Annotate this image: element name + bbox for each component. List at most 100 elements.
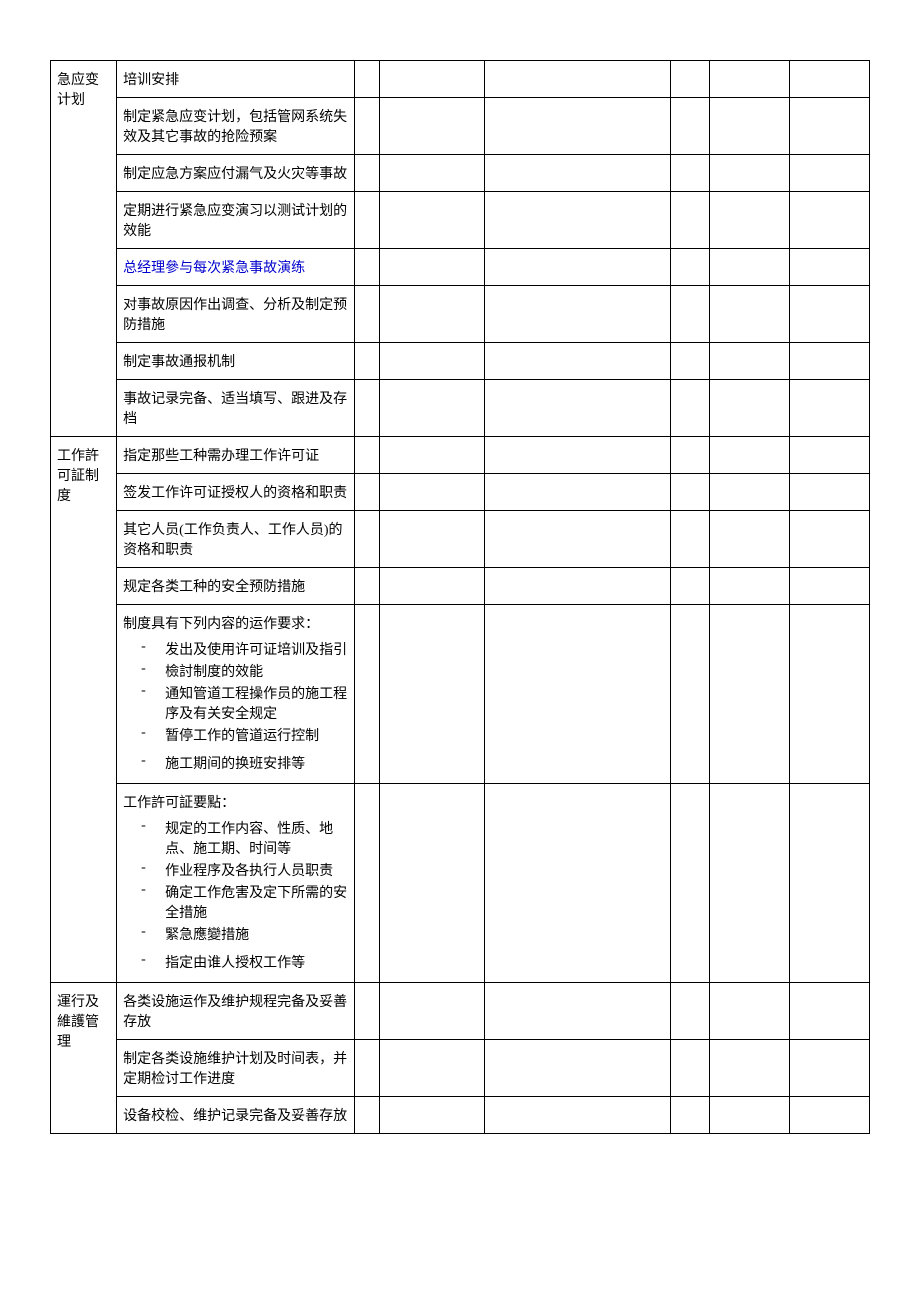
checklist-table: 急应变计划培训安排制定紧急应变计划，包括管网系统失效及其它事故的抢险预案制定应急… <box>50 60 870 1134</box>
bullet-item: 暂停工作的管道运行控制 <box>155 725 348 745</box>
category-cell: 急应变计划 <box>51 61 117 437</box>
description-text: 总经理參与每次紧急事故演练 <box>123 261 305 276</box>
empty-cell <box>379 474 484 511</box>
empty-cell <box>485 437 671 474</box>
table-row: 工作許可証要點：规定的工作内容、性质、地点、施工期、时间等作业程序及各执行人员职… <box>51 784 870 983</box>
bullet-item: 发出及使用许可证培训及指引 <box>155 639 348 659</box>
empty-cell <box>485 343 671 380</box>
empty-cell <box>789 784 869 983</box>
table-row: 制度具有下列内容的运作要求：发出及使用许可证培训及指引檢討制度的效能通知管道工程… <box>51 605 870 784</box>
empty-cell <box>709 61 789 98</box>
empty-cell <box>789 605 869 784</box>
description-text: 对事故原因作出调查、分析及制定预防措施 <box>123 298 347 333</box>
description-text: 制定各类设施维护计划及时间表，并定期检讨工作进度 <box>123 1052 347 1087</box>
bullet-list: 规定的工作内容、性质、地点、施工期、时间等作业程序及各执行人员职责确定工作危害及… <box>123 818 348 972</box>
empty-cell <box>485 568 671 605</box>
empty-cell <box>709 437 789 474</box>
empty-cell <box>789 61 869 98</box>
empty-cell <box>671 1040 709 1097</box>
bullet-item: 施工期间的换班安排等 <box>155 753 348 773</box>
empty-cell <box>709 568 789 605</box>
empty-cell <box>485 61 671 98</box>
empty-cell <box>709 98 789 155</box>
bullet-list: 发出及使用许可证培训及指引檢討制度的效能通知管道工程操作员的施工程序及有关安全规… <box>123 639 348 773</box>
empty-cell <box>671 380 709 437</box>
description-cell: 制定紧急应变计划，包括管网系统失效及其它事故的抢险预案 <box>117 98 355 155</box>
empty-cell <box>485 286 671 343</box>
empty-cell <box>789 155 869 192</box>
empty-cell <box>671 511 709 568</box>
description-cell: 制定事故通报机制 <box>117 343 355 380</box>
empty-cell <box>709 343 789 380</box>
empty-cell <box>709 286 789 343</box>
empty-cell <box>709 1097 789 1134</box>
empty-cell <box>671 286 709 343</box>
empty-cell <box>485 605 671 784</box>
table-row: 定期进行紧急应变演习以测试计划的效能 <box>51 192 870 249</box>
description-text: 制定应急方案应付漏气及火灾等事故 <box>123 167 347 182</box>
empty-cell <box>709 983 789 1040</box>
description-cell: 规定各类工种的安全预防措施 <box>117 568 355 605</box>
description-cell: 总经理參与每次紧急事故演练 <box>117 249 355 286</box>
empty-cell <box>789 983 869 1040</box>
empty-cell <box>709 249 789 286</box>
empty-cell <box>354 192 379 249</box>
empty-cell <box>354 286 379 343</box>
empty-cell <box>379 249 484 286</box>
empty-cell <box>671 61 709 98</box>
empty-cell <box>379 192 484 249</box>
empty-cell <box>354 784 379 983</box>
empty-cell <box>354 1097 379 1134</box>
empty-cell <box>354 155 379 192</box>
description-cell: 设备校检、维护记录完备及妥善存放 <box>117 1097 355 1134</box>
empty-cell <box>709 1040 789 1097</box>
empty-cell <box>789 286 869 343</box>
empty-cell <box>671 98 709 155</box>
table-row: 急应变计划培训安排 <box>51 61 870 98</box>
description-cell: 培训安排 <box>117 61 355 98</box>
empty-cell <box>709 784 789 983</box>
empty-cell <box>485 249 671 286</box>
empty-cell <box>354 61 379 98</box>
table-row: 事故记录完备、适当填写、跟进及存档 <box>51 380 870 437</box>
empty-cell <box>379 380 484 437</box>
description-text: 签发工作许可证授权人的资格和职责 <box>123 486 347 501</box>
description-cell: 签发工作许可证授权人的资格和职责 <box>117 474 355 511</box>
empty-cell <box>379 437 484 474</box>
description-cell: 制度具有下列内容的运作要求：发出及使用许可证培训及指引檢討制度的效能通知管道工程… <box>117 605 355 784</box>
empty-cell <box>671 1097 709 1134</box>
empty-cell <box>379 286 484 343</box>
table-row: 制定各类设施维护计划及时间表，并定期检讨工作进度 <box>51 1040 870 1097</box>
empty-cell <box>485 1097 671 1134</box>
empty-cell <box>354 568 379 605</box>
bullet-item: 规定的工作内容、性质、地点、施工期、时间等 <box>155 818 348 858</box>
table-row: 制定事故通报机制 <box>51 343 870 380</box>
empty-cell <box>789 474 869 511</box>
description-cell: 工作許可証要點：规定的工作内容、性质、地点、施工期、时间等作业程序及各执行人员职… <box>117 784 355 983</box>
empty-cell <box>485 1040 671 1097</box>
empty-cell <box>354 605 379 784</box>
description-cell: 其它人员(工作负责人、工作人员)的资格和职责 <box>117 511 355 568</box>
empty-cell <box>354 983 379 1040</box>
bullet-item: 指定由谁人授权工作等 <box>155 952 348 972</box>
table-row: 总经理參与每次紧急事故演练 <box>51 249 870 286</box>
empty-cell <box>789 343 869 380</box>
empty-cell <box>379 784 484 983</box>
empty-cell <box>671 784 709 983</box>
empty-cell <box>789 1040 869 1097</box>
table-row: 规定各类工种的安全预防措施 <box>51 568 870 605</box>
empty-cell <box>671 605 709 784</box>
category-cell: 工作許可証制度 <box>51 437 117 983</box>
empty-cell <box>354 343 379 380</box>
description-cell: 事故记录完备、适当填写、跟进及存档 <box>117 380 355 437</box>
empty-cell <box>671 437 709 474</box>
empty-cell <box>485 474 671 511</box>
description-cell: 制定各类设施维护计划及时间表，并定期检讨工作进度 <box>117 1040 355 1097</box>
empty-cell <box>379 343 484 380</box>
description-text: 各类设施运作及维护规程完备及妥善存放 <box>123 995 347 1030</box>
table-row: 制定应急方案应付漏气及火灾等事故 <box>51 155 870 192</box>
table-row: 制定紧急应变计划，包括管网系统失效及其它事故的抢险预案 <box>51 98 870 155</box>
empty-cell <box>485 155 671 192</box>
empty-cell <box>709 605 789 784</box>
empty-cell <box>789 511 869 568</box>
